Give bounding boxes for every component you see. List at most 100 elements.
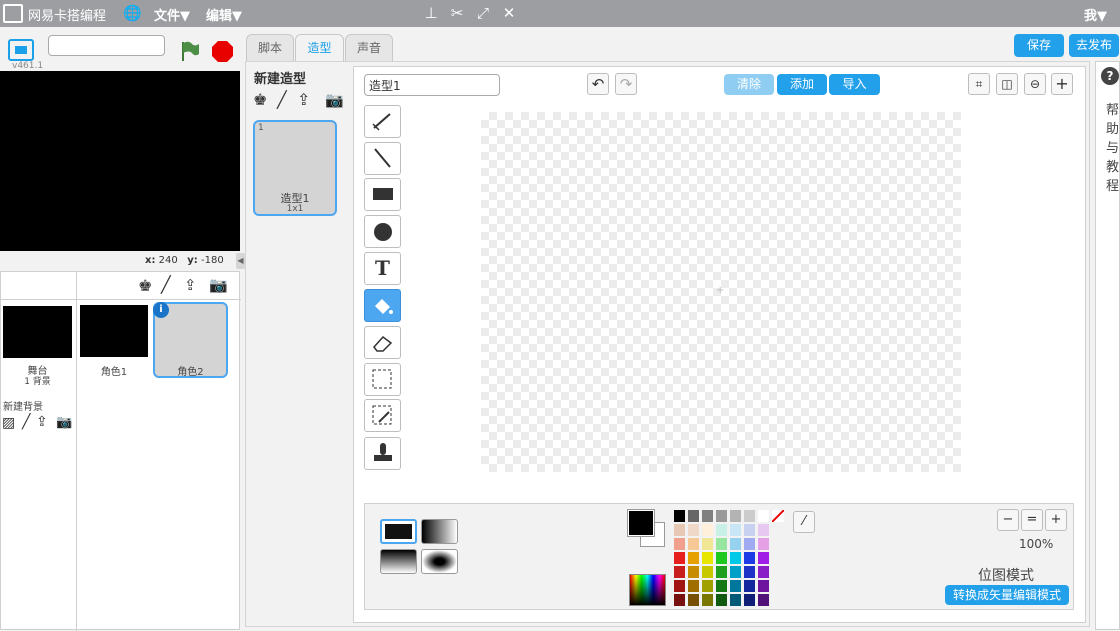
palette-swatch[interactable] <box>688 538 699 550</box>
palette-swatch[interactable] <box>758 552 769 564</box>
globe-icon[interactable]: 🌐 <box>123 4 142 22</box>
select-tool-icon[interactable] <box>364 363 401 396</box>
ellipse-tool-icon[interactable] <box>364 215 401 248</box>
solid-fill-option[interactable] <box>380 519 417 544</box>
palette-swatch[interactable] <box>674 524 685 536</box>
drawing-canvas[interactable]: + <box>481 112 961 472</box>
undo-icon[interactable]: ↶ <box>587 73 609 95</box>
color-picker-icon[interactable] <box>629 574 666 606</box>
palette-swatch[interactable] <box>716 510 727 522</box>
palette-swatch[interactable] <box>702 524 713 536</box>
palette-swatch[interactable] <box>688 552 699 564</box>
magic-wand-tool-icon[interactable] <box>364 399 401 432</box>
green-flag-icon[interactable] <box>180 40 200 62</box>
palette-swatch[interactable] <box>730 580 741 592</box>
palette-swatch[interactable] <box>744 538 755 550</box>
backdrop-camera-icon[interactable]: 📷 <box>56 415 72 430</box>
palette-swatch[interactable] <box>688 594 699 606</box>
palette-swatch[interactable] <box>674 566 685 578</box>
import-button[interactable]: 导入 <box>829 74 880 95</box>
stage-canvas[interactable] <box>0 71 240 251</box>
duplicate-stamp-icon[interactable]: ⊥ <box>422 4 440 22</box>
radial-gradient-option[interactable] <box>421 549 458 574</box>
palette-swatch[interactable] <box>744 580 755 592</box>
backdrop-paint-icon[interactable]: ╱ <box>22 414 30 430</box>
zoom-in-icon[interactable]: + <box>1045 509 1067 531</box>
help-question-icon[interactable]: ? <box>1101 67 1119 85</box>
palette-swatch[interactable] <box>674 552 685 564</box>
backdrop-upload-icon[interactable]: ⇪ <box>36 414 48 430</box>
costume-camera-icon[interactable]: 📷 <box>325 91 344 109</box>
file-menu[interactable]: 文件▼ <box>154 5 190 24</box>
palette-swatch[interactable] <box>702 538 713 550</box>
costume-paint-icon[interactable]: ╱ <box>277 90 287 109</box>
edit-menu[interactable]: 编辑▼ <box>206 5 242 24</box>
palette-swatch[interactable] <box>702 580 713 592</box>
palette-swatch[interactable] <box>702 510 713 522</box>
palette-swatch[interactable] <box>730 566 741 578</box>
fill-bucket-tool-icon[interactable] <box>364 289 401 322</box>
palette-swatch[interactable] <box>688 510 699 522</box>
palette-swatch[interactable] <box>702 566 713 578</box>
eyedropper-icon[interactable]: ⁄ <box>793 511 815 533</box>
sprite-thumbnail-1[interactable]: 角色1 <box>77 302 151 378</box>
palette-swatch[interactable] <box>688 566 699 578</box>
flip-vertical-icon[interactable]: ⊖ <box>1024 73 1046 95</box>
set-center-icon[interactable]: + <box>1051 73 1073 95</box>
palette-swatch[interactable] <box>744 566 755 578</box>
palette-swatch[interactable] <box>758 580 769 592</box>
publish-button[interactable]: 去发布 <box>1069 34 1119 57</box>
palette-swatch[interactable] <box>674 510 685 522</box>
palette-swatch[interactable] <box>716 594 727 606</box>
brush-tool-icon[interactable] <box>364 105 401 138</box>
costume-item-1[interactable]: 1 造型1 1x1 <box>253 120 337 216</box>
stop-sign-icon[interactable] <box>212 41 233 62</box>
palette-swatch[interactable] <box>716 552 727 564</box>
stamp-tool-icon[interactable] <box>364 437 401 470</box>
costume-library-icon[interactable]: ♚ <box>253 90 267 109</box>
fullscreen-icon[interactable] <box>8 39 34 61</box>
grow-icon[interactable]: ⤢ <box>474 4 492 22</box>
costume-name-input[interactable] <box>364 74 500 96</box>
palette-swatch[interactable] <box>744 524 755 536</box>
palette-swatch[interactable] <box>702 552 713 564</box>
palette-swatch[interactable] <box>730 538 741 550</box>
sprite-library-icon[interactable]: ♚ <box>138 276 152 295</box>
palette-swatch[interactable] <box>688 524 699 536</box>
zoom-reset-icon[interactable]: = <box>1021 509 1043 531</box>
palette-swatch[interactable] <box>674 538 685 550</box>
palette-swatch[interactable] <box>674 594 685 606</box>
shrink-icon[interactable]: ✕ <box>500 4 518 22</box>
cut-scissors-icon[interactable]: ✂ <box>448 4 466 22</box>
palette-swatch[interactable] <box>758 510 769 522</box>
palette-swatch[interactable] <box>716 524 727 536</box>
clear-button[interactable]: 清除 <box>724 74 774 95</box>
palette-swatch[interactable] <box>688 580 699 592</box>
palette-swatch[interactable] <box>758 538 769 550</box>
add-button[interactable]: 添加 <box>777 74 827 95</box>
horizontal-gradient-option[interactable] <box>421 519 458 544</box>
flip-horizontal-icon[interactable]: ◫ <box>996 73 1018 95</box>
palette-swatch[interactable] <box>744 510 755 522</box>
palette-swatch[interactable] <box>702 594 713 606</box>
redo-icon[interactable]: ↷ <box>615 73 637 95</box>
vertical-gradient-option[interactable] <box>380 549 417 574</box>
palette-swatch[interactable] <box>730 594 741 606</box>
convert-to-vector-button[interactable]: 转换成矢量编辑模式 <box>945 585 1069 605</box>
palette-swatch[interactable] <box>674 580 685 592</box>
zoom-out-icon[interactable]: − <box>997 509 1019 531</box>
palette-swatch[interactable] <box>730 510 741 522</box>
sprite-name-input[interactable] <box>48 35 165 56</box>
stage-thumbnail[interactable]: 舞台 1 背景 <box>0 303 75 387</box>
palette-swatch[interactable] <box>758 566 769 578</box>
transparent-swatch[interactable] <box>771 509 785 523</box>
line-tool-icon[interactable] <box>364 142 401 175</box>
paint-brush-icon[interactable]: ╱ <box>161 275 171 294</box>
user-menu[interactable]: 我▼ <box>1084 5 1107 24</box>
palette-swatch[interactable] <box>716 566 727 578</box>
palette-swatch[interactable] <box>716 580 727 592</box>
tab-sounds[interactable]: 声音 <box>345 34 393 61</box>
costume-upload-icon[interactable]: ⇪ <box>297 90 310 109</box>
collapse-stage-icon[interactable]: ◀ <box>236 253 245 269</box>
primary-color-swatch[interactable] <box>627 509 655 537</box>
